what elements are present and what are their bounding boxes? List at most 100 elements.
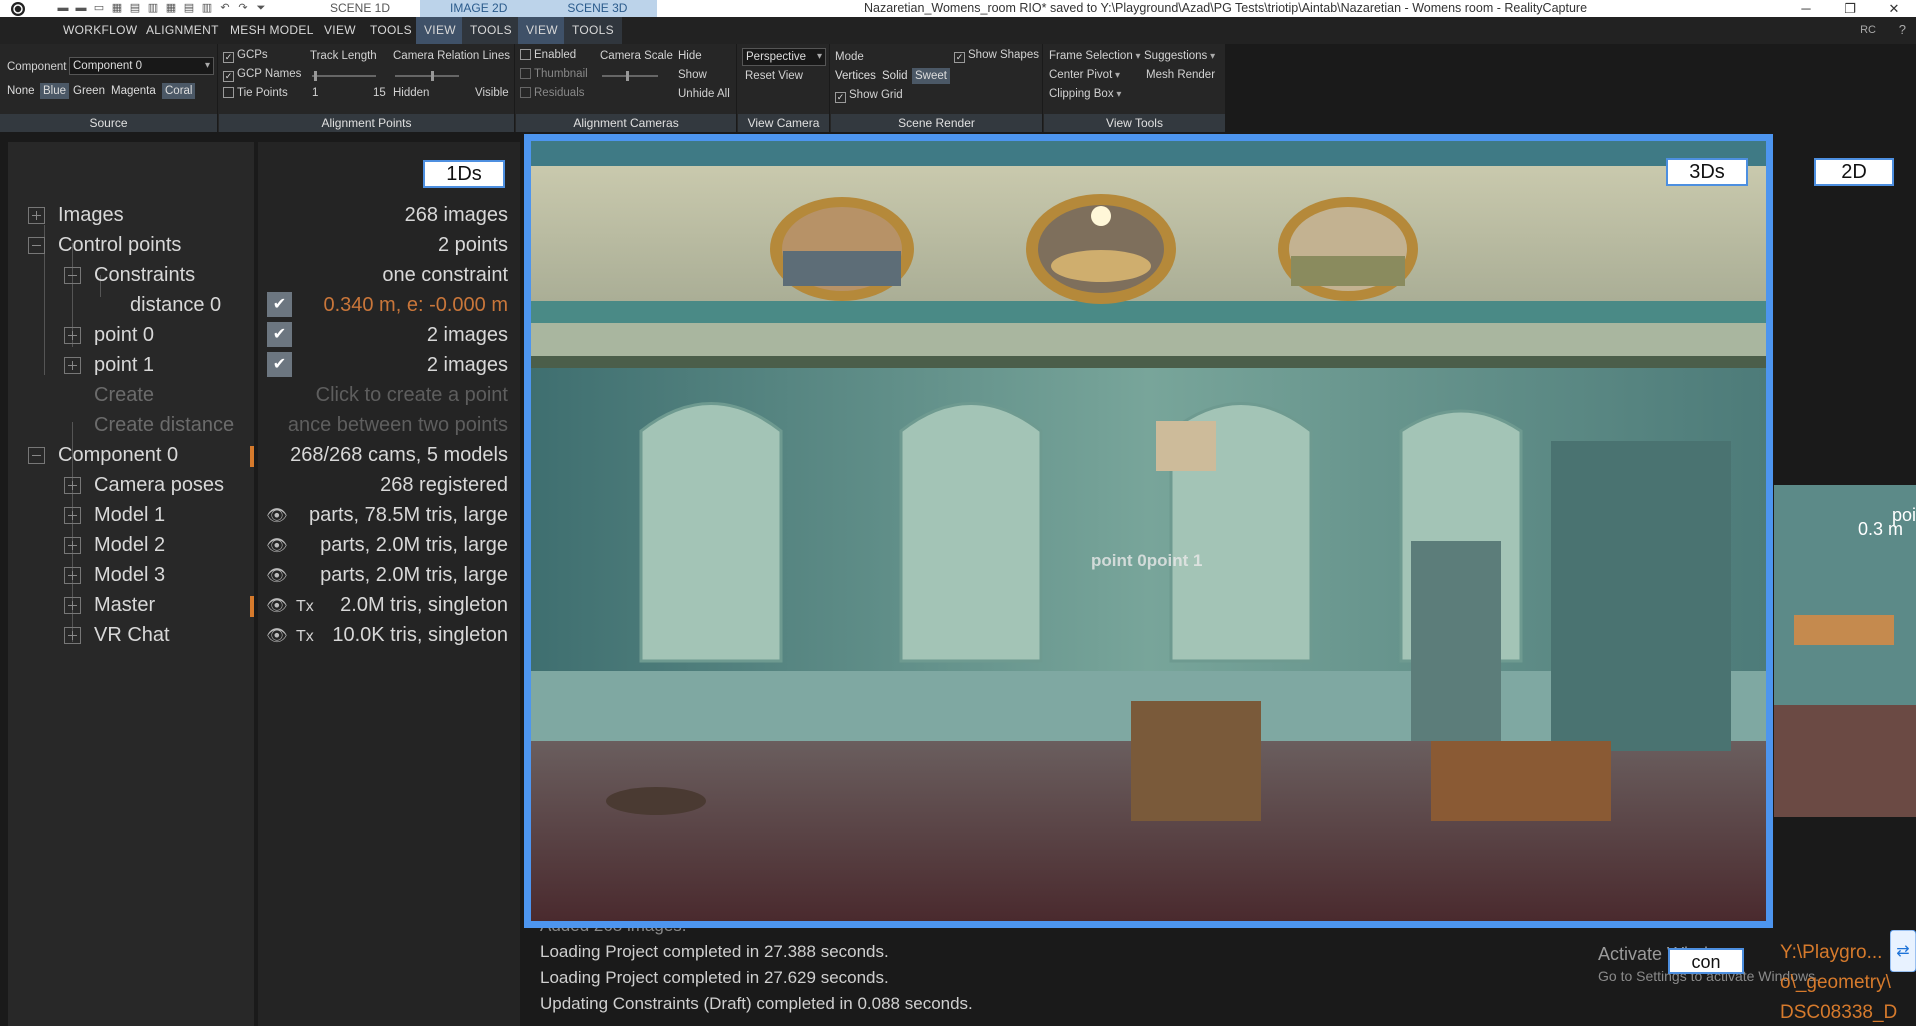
maximize-button[interactable]: ❐ [1828, 0, 1872, 17]
layout-4-icon[interactable]: ▦ [110, 2, 124, 14]
layout-2-icon[interactable]: ▬ [74, 2, 88, 14]
con-badge[interactable]: con [1668, 948, 1744, 974]
tab-image-2d[interactable]: IMAGE 2D [420, 0, 538, 17]
color-magenta-button[interactable]: Magenta [108, 83, 159, 99]
tree-item-camera-poses[interactable]: Camera poses [94, 474, 224, 497]
menu-workflow[interactable]: WORKFLOW [63, 17, 137, 44]
menu-alignment[interactable]: ALIGNMENT [146, 17, 219, 44]
slider-handle-icon[interactable] [431, 71, 434, 81]
expand-model-2-icon[interactable] [64, 537, 81, 554]
menu-tools[interactable]: TOOLS [370, 17, 412, 44]
2d-badge[interactable]: 2D [1814, 158, 1894, 186]
gcp-names-checkbox[interactable]: ✓ GCP Names [223, 68, 301, 82]
reset-view-button[interactable]: Reset View [745, 70, 803, 82]
menu-2d-tools[interactable]: TOOLS [462, 17, 520, 44]
menu-3d-view[interactable]: VIEW [518, 17, 566, 44]
tree-item-vr-chat[interactable]: VR Chat [94, 624, 170, 647]
color-green-button[interactable]: Green [70, 83, 108, 99]
mode-sweet-button[interactable]: Sweet [912, 68, 950, 84]
customize-icon[interactable]: ⏷ [254, 2, 268, 14]
color-none-button[interactable]: None [4, 83, 38, 99]
expand-images-icon[interactable] [28, 207, 45, 224]
slider-handle-icon[interactable] [626, 71, 629, 81]
show-grid-checkbox[interactable]: ✓ Show Grid [835, 89, 903, 103]
eye-icon[interactable]: 👁 [266, 626, 288, 646]
expand-camera-poses-icon[interactable] [64, 477, 81, 494]
clipping-box-button[interactable]: Clipping Box [1049, 88, 1121, 100]
unhide-all-button[interactable]: Unhide All [678, 88, 730, 100]
expand-point-1-icon[interactable] [64, 357, 81, 374]
minimize-button[interactable]: ─ [1784, 0, 1828, 17]
projection-select[interactable]: Perspective [742, 48, 826, 66]
mode-vertices-button[interactable]: Vertices [832, 68, 879, 84]
secondary-image-view[interactable]: point 0.3 m [1774, 485, 1916, 817]
undo-icon[interactable]: ↶ [218, 2, 232, 14]
checkmark-icon[interactable]: ✔ [267, 352, 292, 377]
tab-scene-1d[interactable]: SCENE 1D [300, 0, 420, 17]
eye-icon[interactable]: 👁 [266, 566, 288, 586]
frame-selection-button[interactable]: Frame Selection [1049, 50, 1141, 62]
help-icon[interactable]: ? [1899, 22, 1906, 37]
hide-button[interactable]: Hide [678, 50, 702, 62]
teamviewer-icon[interactable]: ⇄ [1890, 930, 1916, 972]
tree-item-distance-0[interactable]: distance 0 [130, 294, 221, 317]
layout-6-icon[interactable]: ▥ [146, 2, 160, 14]
residuals-checkbox[interactable]: Residuals [520, 87, 585, 99]
checkmark-icon[interactable]: ✔ [267, 322, 292, 347]
layout-7-icon[interactable]: ▦ [164, 2, 178, 14]
color-coral-button[interactable]: Coral [162, 83, 196, 99]
expand-model-1-icon[interactable] [64, 507, 81, 524]
tab-scene-3d[interactable]: SCENE 3D [537, 0, 658, 17]
3ds-badge[interactable]: 3Ds [1666, 158, 1748, 186]
tree-item-images[interactable]: Images [58, 204, 124, 227]
menu-3d-tools[interactable]: TOOLS [564, 17, 622, 44]
layout-8-icon[interactable]: ▤ [182, 2, 196, 14]
gcps-checkbox[interactable]: ✓ GCPs [223, 49, 268, 63]
layout-9-icon[interactable]: ▥ [200, 2, 214, 14]
tree-item-constraints[interactable]: Constraints [94, 264, 195, 287]
expand-vr-chat-icon[interactable] [64, 627, 81, 644]
collapse-constraints-icon[interactable] [64, 267, 81, 284]
layout-5-icon[interactable]: ▤ [128, 2, 142, 14]
camera-relation-slider[interactable] [395, 71, 459, 81]
eye-icon[interactable]: 👁 [266, 536, 288, 556]
tree-item-control-points[interactable]: Control points [58, 234, 181, 257]
menu-mesh-model[interactable]: MESH MODEL [230, 17, 314, 44]
expand-point-0-icon[interactable] [64, 327, 81, 344]
tree-item-create-distance[interactable]: Create distance [94, 414, 234, 437]
collapse-control-points-icon[interactable] [28, 237, 45, 254]
component-select[interactable]: Component 0 [69, 57, 214, 75]
tree-item-create[interactable]: Create [94, 384, 154, 407]
tree-item-model-1[interactable]: Model 1 [94, 504, 165, 527]
center-pivot-button[interactable]: Center Pivot [1049, 69, 1120, 81]
show-button[interactable]: Show [678, 69, 707, 81]
menu-2d-view[interactable]: VIEW [416, 17, 464, 44]
collapse-component-0-icon[interactable] [28, 447, 45, 464]
image-2d-viewer[interactable]: point 0point 1 [524, 134, 1773, 928]
enabled-checkbox[interactable]: Enabled [520, 49, 576, 61]
redo-icon[interactable]: ↷ [236, 2, 250, 14]
color-blue-button[interactable]: Blue [40, 83, 70, 99]
show-shapes-checkbox[interactable]: ✓ Show Shapes [954, 49, 1039, 63]
menu-view[interactable]: VIEW [324, 17, 356, 44]
value-distance-0[interactable]: 0.340 m, e: -0.000 m [323, 294, 508, 317]
1ds-badge[interactable]: 1Ds [423, 160, 505, 188]
tree-item-model-2[interactable]: Model 2 [94, 534, 165, 557]
layout-3-icon[interactable]: ▭ [92, 2, 106, 14]
track-length-slider[interactable] [312, 71, 376, 81]
expand-master-icon[interactable] [64, 597, 81, 614]
mesh-render-button[interactable]: Mesh Render [1146, 69, 1215, 81]
tree-item-component-0[interactable]: Component 0 [58, 444, 178, 467]
checkmark-icon[interactable]: ✔ [267, 292, 292, 317]
tree-item-master[interactable]: Master [94, 594, 155, 617]
suggestions-button[interactable]: Suggestions [1144, 50, 1215, 62]
tree-item-point-1[interactable]: point 1 [94, 354, 154, 377]
tie-points-checkbox[interactable]: Tie Points [223, 87, 288, 99]
slider-handle-icon[interactable] [314, 71, 317, 81]
expand-model-3-icon[interactable] [64, 567, 81, 584]
camera-scale-slider[interactable] [602, 71, 658, 81]
thumbnail-checkbox[interactable]: Thumbnail [520, 68, 588, 80]
eye-icon[interactable]: 👁 [266, 506, 288, 526]
mode-solid-button[interactable]: Solid [879, 68, 911, 84]
eye-icon[interactable]: 👁 [266, 596, 288, 616]
